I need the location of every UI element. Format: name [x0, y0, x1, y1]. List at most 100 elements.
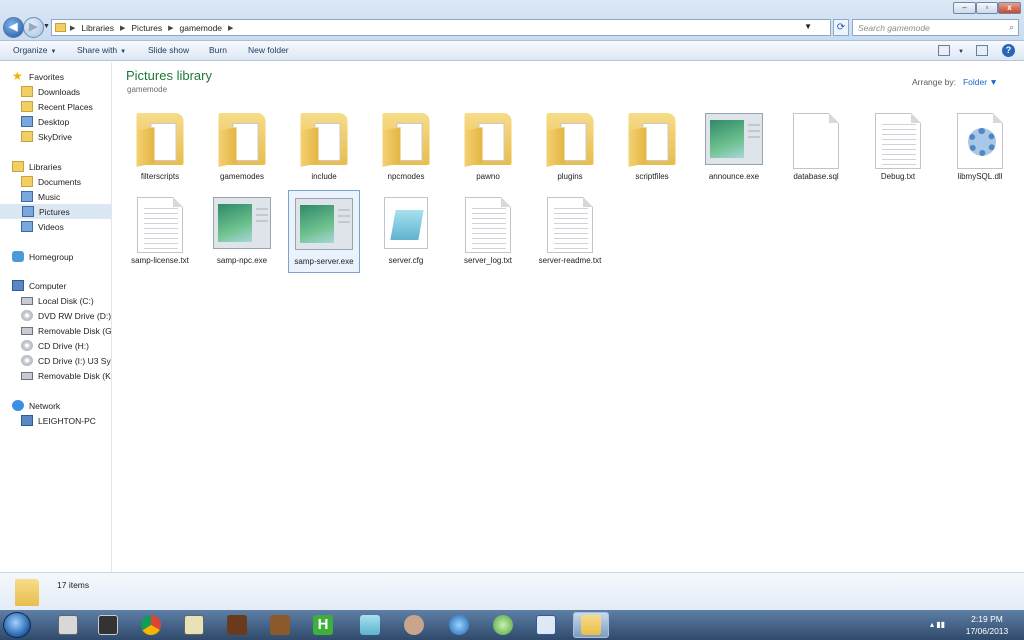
- file-view: Pictures library gamemode Arrange by: Fol…: [113, 62, 1024, 572]
- nav-documents[interactable]: Documents: [21, 174, 81, 189]
- file-name: plugins: [557, 172, 583, 181]
- nav-downloads[interactable]: Downloads: [21, 84, 80, 99]
- file-item[interactable]: libmySQL.dll: [944, 106, 1016, 189]
- nav-drive-h[interactable]: CD Drive (H:): [21, 338, 89, 353]
- taskbar-app-9[interactable]: [396, 612, 432, 638]
- nav-pictures[interactable]: Pictures: [0, 204, 111, 219]
- file-item[interactable]: Debug.txt: [862, 106, 934, 189]
- address-box[interactable]: ▶ Libraries ▶ Pictures ▶ gamemode ▶ ▼: [51, 19, 831, 36]
- nav-label: Removable Disk (G:): [38, 325, 112, 336]
- nav-drive-c[interactable]: Local Disk (C:): [21, 293, 94, 308]
- organize-button[interactable]: Organize ▼: [13, 45, 56, 55]
- address-history-dropdown[interactable]: ▼: [804, 22, 812, 31]
- breadcrumb-libraries[interactable]: Libraries: [81, 23, 114, 33]
- nav-label: Removable Disk (K:): [38, 370, 112, 381]
- app-icon: [184, 615, 204, 635]
- text-file-icon: [465, 197, 511, 253]
- organize-label: Organize: [13, 45, 48, 55]
- taskbar-messenger[interactable]: [485, 612, 521, 638]
- file-item[interactable]: samp-license.txt: [124, 190, 196, 273]
- text-file-icon: [547, 197, 593, 253]
- arrange-by-dropdown[interactable]: Folder ▼: [963, 77, 998, 87]
- file-item[interactable]: announce.exe: [698, 106, 770, 189]
- taskbar-app-4[interactable]: [176, 612, 212, 638]
- forward-button[interactable]: ▶: [23, 17, 44, 38]
- recent-pages-dropdown[interactable]: ▼: [43, 23, 50, 30]
- view-options-dropdown[interactable]: ▼: [955, 45, 964, 55]
- gear-file-icon: [957, 113, 1003, 169]
- taskbar-explorer[interactable]: [573, 612, 609, 638]
- nav-drive-i[interactable]: CD Drive (I:) U3 Syste: [21, 353, 111, 368]
- help-icon[interactable]: ?: [1002, 44, 1015, 57]
- start-button[interactable]: [3, 612, 31, 638]
- file-item[interactable]: server_log.txt: [452, 190, 524, 273]
- nav-skydrive[interactable]: SkyDrive: [21, 129, 72, 144]
- file-item[interactable]: scriptfiles: [616, 106, 688, 189]
- chevron-right-icon[interactable]: ▶: [120, 24, 125, 32]
- preview-pane-icon[interactable]: [976, 45, 988, 56]
- taskbar-app-6[interactable]: [262, 612, 298, 638]
- file-name: pawno: [476, 172, 500, 181]
- file-item[interactable]: samp-server.exe: [288, 190, 360, 273]
- back-button[interactable]: ◀: [3, 17, 24, 38]
- share-with-button[interactable]: Share with ▼: [77, 45, 126, 55]
- new-folder-button[interactable]: New folder: [248, 45, 289, 55]
- application-icon: [213, 197, 271, 249]
- file-item[interactable]: gamemodes: [206, 106, 278, 189]
- file-name: server_log.txt: [463, 256, 513, 265]
- minimize-button[interactable]: –: [953, 2, 976, 14]
- nav-drive-k[interactable]: Removable Disk (K:): [21, 368, 112, 383]
- refresh-button[interactable]: ⟳: [833, 19, 849, 36]
- game-icon: [270, 615, 290, 635]
- nav-drive-d[interactable]: DVD RW Drive (D:) T: [21, 308, 111, 323]
- folder-icon: [218, 113, 266, 167]
- search-input[interactable]: Search gamemode ⌕: [852, 19, 1019, 36]
- computer-icon: [21, 415, 33, 426]
- file-item[interactable]: plugins: [534, 106, 606, 189]
- file-item[interactable]: include: [288, 106, 360, 189]
- application-icon: [705, 113, 763, 165]
- nav-favorites[interactable]: ★ Favorites: [12, 69, 64, 84]
- chevron-right-icon[interactable]: ▶: [168, 24, 173, 32]
- nav-homegroup[interactable]: Homegroup: [12, 249, 73, 264]
- nav-recent-places[interactable]: Recent Places: [21, 99, 93, 114]
- file-item[interactable]: npcmodes: [370, 106, 442, 189]
- taskbar-itunes[interactable]: [441, 612, 477, 638]
- nav-drive-g[interactable]: Removable Disk (G:): [21, 323, 112, 338]
- breadcrumb-pictures[interactable]: Pictures: [131, 23, 162, 33]
- nav-libraries[interactable]: Libraries: [12, 159, 62, 174]
- details-pane: 17 items: [0, 572, 1024, 610]
- generic-file-icon: [793, 113, 839, 169]
- taskbar-app-5[interactable]: [219, 612, 255, 638]
- chevron-right-icon[interactable]: ▶: [70, 24, 75, 32]
- nav-network[interactable]: Network: [12, 398, 60, 413]
- file-item[interactable]: filterscripts: [124, 106, 196, 189]
- chevron-right-icon[interactable]: ▶: [228, 24, 233, 32]
- close-button[interactable]: x: [998, 2, 1021, 14]
- taskbar-camera[interactable]: [90, 612, 126, 638]
- breadcrumb-gamemode[interactable]: gamemode: [180, 23, 223, 33]
- nav-network-pc[interactable]: LEIGHTON-PC: [21, 413, 96, 428]
- clock[interactable]: 2:19 PM 17/06/2013: [960, 613, 1014, 637]
- taskbar-chrome[interactable]: [133, 612, 169, 638]
- burn-button[interactable]: Burn: [209, 45, 227, 55]
- file-item[interactable]: samp-npc.exe: [206, 190, 278, 273]
- taskbar-app-7[interactable]: H: [305, 612, 341, 638]
- file-item[interactable]: server.cfg: [370, 190, 442, 273]
- slide-show-button[interactable]: Slide show: [148, 45, 189, 55]
- file-item[interactable]: pawno: [452, 106, 524, 189]
- nav-label: SkyDrive: [38, 131, 73, 142]
- taskbar-app-1[interactable]: [50, 612, 86, 638]
- nav-computer[interactable]: Computer: [12, 278, 66, 293]
- change-view-icon[interactable]: [938, 45, 950, 56]
- maximize-button[interactable]: ▫: [976, 2, 998, 14]
- nav-desktop[interactable]: Desktop: [21, 114, 69, 129]
- share-with-label: Share with: [77, 45, 118, 55]
- tray-icons[interactable]: ▴ ▮▮: [930, 620, 945, 629]
- file-item[interactable]: database.sql: [780, 106, 852, 189]
- nav-music[interactable]: Music: [21, 189, 60, 204]
- file-item[interactable]: server-readme.txt: [534, 190, 606, 273]
- taskbar-app-12[interactable]: [528, 612, 564, 638]
- nav-videos[interactable]: Videos: [21, 219, 64, 234]
- taskbar-app-8[interactable]: [352, 612, 388, 638]
